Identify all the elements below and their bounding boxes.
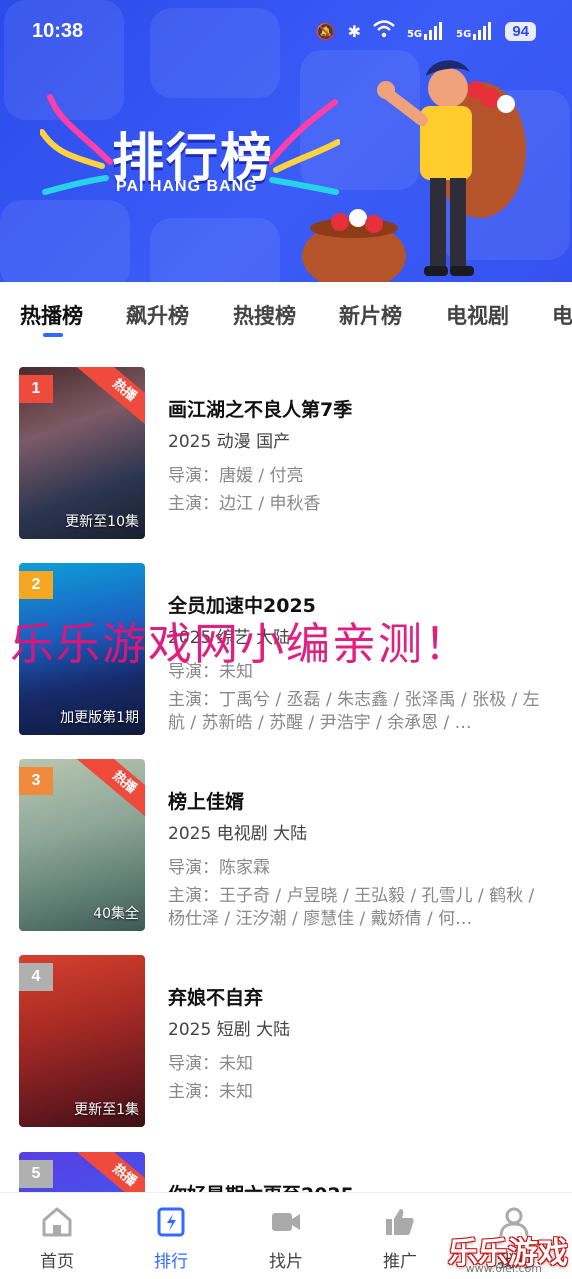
- site-url: www.6lel.com: [465, 1262, 542, 1275]
- rank-badge: 1: [19, 375, 53, 403]
- item-meta: 2025 动漫 国产: [168, 432, 291, 452]
- poster-image[interactable]: 3 热播 40集全: [19, 759, 145, 931]
- item-title[interactable]: 你好星期六更至2025: [168, 1180, 354, 1192]
- nav-home-label: 首页: [40, 1252, 74, 1272]
- hot-ribbon: 热播: [74, 1152, 145, 1192]
- poster-image[interactable]: 5 热播: [19, 1152, 145, 1192]
- nav-find-video[interactable]: 找片: [246, 1193, 326, 1272]
- thumb-icon: [386, 1209, 414, 1235]
- watermark-text: 乐乐游戏网小编亲测！: [10, 619, 470, 670]
- item-director: 导演：未知: [168, 1054, 253, 1074]
- nav-ranking-label: 排行: [154, 1252, 188, 1272]
- bluetooth-icon: ✱: [347, 21, 361, 41]
- mascot-illustration: [302, 60, 526, 282]
- item-meta: 2025 短剧 大陆: [168, 1020, 291, 1040]
- tab-more[interactable]: 电: [552, 300, 572, 330]
- list-item[interactable]: 5 热播 你好星期六更至2025: [0, 1152, 572, 1192]
- rank-badge: 4: [19, 963, 53, 991]
- tab-hot-search[interactable]: 热搜榜: [233, 300, 296, 330]
- list-item[interactable]: 1 热播 更新至10集 画江湖之不良人第7季 2025 动漫 国产 导演：唐媛 …: [0, 367, 572, 547]
- poster-image[interactable]: 1 热播 更新至10集: [19, 367, 145, 539]
- item-meta: 2025 电视剧 大陆: [168, 824, 308, 844]
- poster-image[interactable]: 4 更新至1集: [19, 955, 145, 1127]
- item-title[interactable]: 弃娘不自弃: [168, 983, 263, 1010]
- wifi-icon: [373, 20, 395, 42]
- ranking-tabs: 热播榜 飙升榜 热搜榜 新片榜 电视剧 电: [0, 300, 572, 346]
- banner-bg-card: [0, 200, 130, 282]
- tab-new-releases[interactable]: 新片榜: [339, 300, 402, 330]
- battery-indicator: 94: [505, 21, 536, 41]
- nav-find-video-label: 找片: [269, 1252, 303, 1272]
- item-cast: 主演：丁禹兮 / 丞磊 / 朱志鑫 / 张泽禹 / 张极 / 左航 / 苏新皓 …: [168, 690, 540, 733]
- status-bar: 10:38 🔕 ✱ 5G 5G 94: [0, 0, 572, 66]
- nav-promote[interactable]: 推广: [360, 1193, 440, 1272]
- mute-icon: 🔕: [315, 21, 336, 41]
- item-cast: 主演：未知: [168, 1082, 253, 1102]
- item-cast: 主演：王子奇 / 卢昱晓 / 王弘毅 / 孔雪儿 / 鹤秋 / 杨仕泽 / 汪汐…: [168, 886, 535, 929]
- video-icon: [272, 1213, 300, 1231]
- hot-ribbon: 热播: [74, 759, 145, 828]
- header-banner: 排行榜 PAI HANG BANG 10:38 🔕 ✱ 5G 5G 94: [0, 0, 572, 282]
- rank-badge: 3: [19, 767, 53, 795]
- tab-rising[interactable]: 飙升榜: [126, 300, 189, 330]
- item-director: 导演：陈家霖: [168, 858, 270, 878]
- banner-bg-card: [150, 218, 280, 282]
- tab-tv-series[interactable]: 电视剧: [446, 300, 509, 330]
- list-item[interactable]: 3 热播 40集全 榜上佳婿 2025 电视剧 大陆 导演：陈家霖 主演：王子奇…: [0, 759, 572, 939]
- signal-icon: 5G: [456, 22, 493, 40]
- tab-hot-play[interactable]: 热播榜: [20, 300, 83, 330]
- nav-promote-label: 推广: [383, 1252, 417, 1272]
- item-title[interactable]: 榜上佳婿: [168, 787, 244, 814]
- home-icon: [42, 1207, 72, 1237]
- nav-ranking[interactable]: 排行: [131, 1193, 211, 1272]
- signal-icon: 5G: [407, 22, 444, 40]
- rank-badge: 5: [19, 1160, 53, 1188]
- ranking-icon: [157, 1207, 185, 1237]
- item-title[interactable]: 画江湖之不良人第7季: [168, 395, 352, 422]
- item-cast: 主演：边江 / 申秋香: [168, 494, 321, 514]
- rank-badge: 2: [19, 571, 53, 599]
- update-status: 更新至10集: [65, 514, 139, 530]
- list-item[interactable]: 4 更新至1集 弃娘不自弃 2025 短剧 大陆 导演：未知 主演：未知: [0, 955, 572, 1135]
- update-status: 40集全: [93, 906, 139, 922]
- status-icons: 🔕 ✱ 5G 5G 94: [316, 20, 536, 42]
- update-status: 更新至1集: [74, 1102, 139, 1118]
- hot-ribbon: 热播: [74, 367, 145, 436]
- active-tab-indicator: [43, 333, 63, 337]
- page-subtitle: PAI HANG BANG: [116, 178, 258, 195]
- item-director: 导演：唐媛 / 付亮: [168, 466, 304, 486]
- update-status: 加更版第1期: [60, 710, 139, 726]
- status-time: 10:38: [32, 20, 84, 42]
- nav-home[interactable]: 首页: [17, 1193, 97, 1272]
